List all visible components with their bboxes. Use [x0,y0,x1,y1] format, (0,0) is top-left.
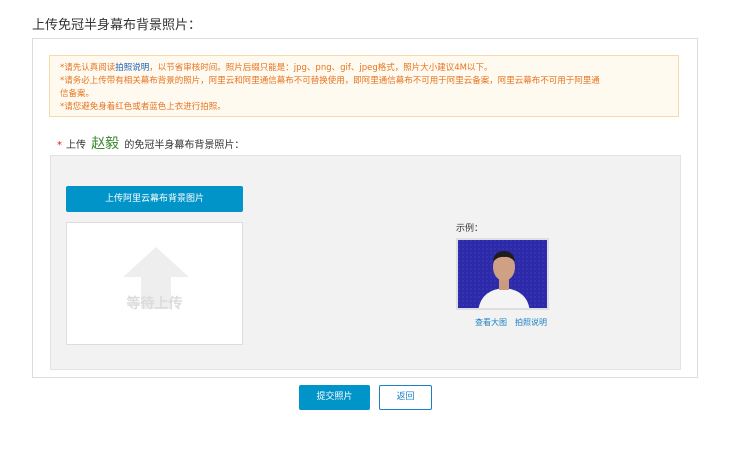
page-title: 上传免冠半身幕布背景照片： [32,18,202,33]
required-mark: * [57,140,62,151]
notice-line-3: 信备案。 [60,89,95,99]
example-person-image [458,240,547,308]
example-photo-guide-link[interactable]: 拍照说明 [515,318,547,327]
notice-line-1: *请先认真阅读拍照说明，以节省审核时间。照片后缀只能是：jpg、png、gif、… [60,62,668,75]
photo-guide-link[interactable]: 拍照说明 [115,63,149,73]
upload-label-suffix: 的免冠半身幕布背景照片： [124,140,245,151]
submit-photo-button[interactable]: 提交照片 [299,385,370,410]
upload-label: * 上传 赵毅 的免冠半身幕布背景照片： [57,133,244,153]
person-name: 赵毅 [91,136,120,152]
notice-line-1-suffix: ，以节省审核时间。照片后缀只能是：jpg、png、gif、jpeg格式，照片大小… [149,63,493,73]
upload-area: 上传阿里云幕布背景图片 等待上传 示例： 查看大图 拍照说明 [50,155,681,370]
notice-line-2: *请务必上传带有相关幕布背景的照片，阿里云和阿里通信幕布不可替换使用，即阿里通信… [60,76,600,86]
example-photo[interactable] [456,238,549,310]
notice-line-1-prefix: *请先认真阅读 [60,63,116,73]
view-large-link[interactable]: 查看大图 [475,318,507,327]
example-label: 示例： [456,224,484,234]
upload-label-prefix: 上传 [66,140,86,151]
back-button[interactable]: 返回 [379,385,432,410]
example-links: 查看大图 拍照说明 [475,317,555,328]
upload-panel: *请先认真阅读拍照说明，以节省审核时间。照片后缀只能是：jpg、png、gif、… [32,38,698,378]
upload-background-button[interactable]: 上传阿里云幕布背景图片 [66,186,243,212]
upload-preview-placeholder[interactable]: 等待上传 [66,222,243,345]
waiting-upload-text: 等待上传 [126,296,183,312]
notice-line-4: *请您避免身着红色或者蓝色上衣进行拍照。 [60,102,226,112]
notice-box: *请先认真阅读拍照说明，以节省审核时间。照片后缀只能是：jpg、png、gif、… [49,55,679,117]
